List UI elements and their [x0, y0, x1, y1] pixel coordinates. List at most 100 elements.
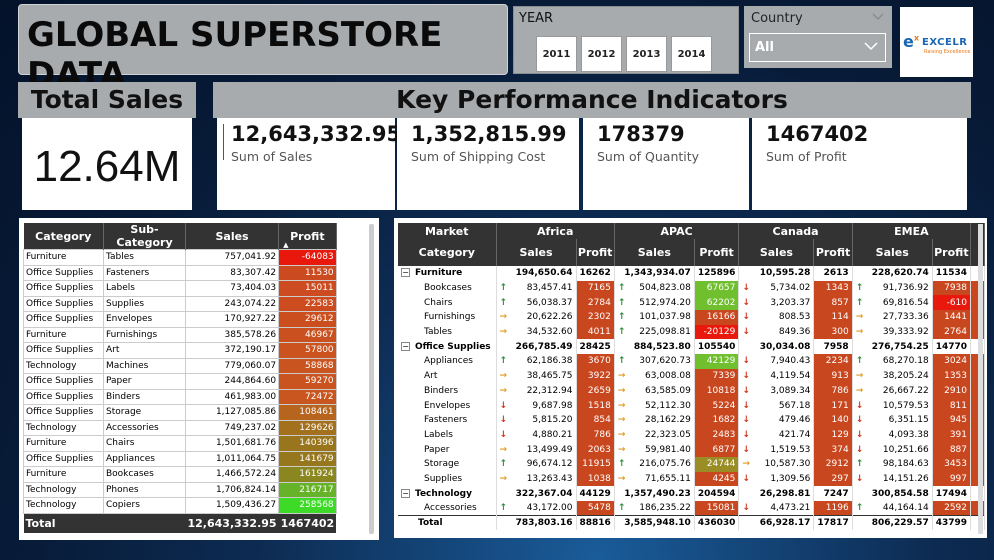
table-row[interactable]: Office Supplies Supplies 243,074.22 22583 [23, 295, 337, 312]
table-row[interactable]: Technology Phones 1,706,824.14 216717 [23, 481, 337, 498]
matrix-category-row[interactable]: − Office Supplies 266,785.49 28425 884,523.8… [398, 339, 986, 355]
table-total-row: Total 12,643,332.95 1467402 [23, 513, 337, 533]
table-row[interactable]: Office Supplies Binders 461,983.00 72472 [23, 388, 337, 405]
table-row[interactable]: Office Supplies Envelopes 170,927.22 29612 [23, 311, 337, 328]
matrix-cell-profit: 2910 [932, 383, 972, 399]
table-row[interactable]: Furniture Furnishings 385,578.26 46967 [23, 326, 337, 343]
matrix-header-sales[interactable]: Sales [496, 239, 577, 266]
matrix-subcategory-row[interactable]: Labels ↓ 4,880.21 786 → 22,323.05 2483 ↓ 421.74 1… [398, 427, 986, 443]
matrix-cell-sales: ↑ 69,816.54 [852, 295, 933, 311]
matrix-subcategory-row[interactable]: Appliances ↑ 62,186.38 3670 ↑ 307,620.73 42129… [398, 354, 986, 369]
matrix-sales-value: 10,587.30 [764, 459, 811, 470]
table-row[interactable]: Office Supplies Fasteners 83,307.42 11530 [23, 264, 337, 281]
collapse-icon[interactable]: − [401, 488, 410, 498]
kpi-card-sales: 12,643,332.95 Sum of Sales [217, 118, 401, 210]
matrix-cell-sales: ↑ 96,674.12 [496, 456, 577, 472]
matrix-sales-value: 4,880.21 [532, 429, 573, 440]
matrix-cell-sales: → 39,333.92 [852, 324, 933, 340]
matrix-sales-value: 5,815.20 [532, 415, 573, 426]
matrix-subcategory-row[interactable]: Binders → 22,312.94 2659 → 63,585.09 10818 ↓ 3,0… [398, 383, 986, 399]
arrow-down-icon: ↓ [742, 415, 750, 426]
table-row[interactable]: Office Supplies Storage 1,127,085.86 108461 [23, 404, 337, 421]
matrix-subcategory-row[interactable]: Chairs ↑ 56,038.37 2784 ↑ 512,974.20 62202 ↓ 3,2… [398, 295, 986, 311]
cell-sales: 749,237.02 [184, 419, 280, 436]
matrix-subcategory-row[interactable]: Storage ↑ 96,674.12 11915 ↑ 216,075.76 24744 → 1… [398, 456, 986, 472]
matrix-sales-value: 1,519.53 [770, 444, 811, 455]
matrix-subcategory-row[interactable]: Furnishings → 20,622.26 2302 ↑ 101,037.98 1616… [398, 310, 986, 325]
matrix-header-sales[interactable]: Sales [852, 239, 933, 266]
matrix-subcategory-row[interactable]: Accessories ↑ 43,172.00 5478 ↑ 186,235.22 1508… [398, 501, 986, 516]
arrow-up-icon: ↑ [617, 459, 626, 470]
matrix-header-sales[interactable]: Sales [614, 239, 695, 266]
vertical-scrollbar[interactable] [978, 224, 983, 534]
matrix-row-label: Art [398, 368, 497, 384]
matrix-header-sales[interactable]: Sales [738, 239, 815, 266]
table-row[interactable]: Office Supplies Paper 244,864.60 59270 [23, 373, 337, 390]
arrow-down-icon: ↓ [742, 283, 750, 294]
year-button-2012[interactable]: 2012 [581, 36, 622, 72]
table-row[interactable]: Furniture Chairs 1,501,681.76 140396 [23, 435, 337, 452]
matrix-category-row[interactable]: − Technology 322,367.04 44129 1,357,490.23 20… [398, 486, 986, 501]
matrix-subcategory-row[interactable]: Supplies → 13,263.43 1038 → 71,655.11 4245 ↓ 1,3… [398, 471, 986, 487]
matrix-subcategory-row[interactable]: Bookcases ↑ 83,457.41 7165 ↑ 504,823.08 67657 ↓… [398, 280, 986, 296]
matrix-cell-profit: 3453 [932, 456, 972, 472]
kpi-label: Sum of Profit [766, 149, 847, 164]
matrix-cell-profit: 24744 [694, 456, 740, 472]
table-row[interactable]: Furniture Bookcases 1,466,572.24 161924 [23, 466, 337, 483]
matrix-row-label[interactable]: − Furniture [398, 266, 497, 281]
matrix-sales-value: 44,164.14 [882, 503, 929, 514]
chevron-down-icon[interactable] [872, 11, 884, 24]
year-slicer: YEAR 2011 2012 2013 2014 [513, 6, 739, 74]
matrix-sales-value: 186,235.22 [639, 503, 691, 514]
column-header-subcategory[interactable]: Sub-Category [103, 223, 186, 250]
table-row[interactable]: Office Supplies Appliances 1,011,064.75 141… [23, 450, 337, 467]
matrix-sales-value: 14,151.26 [882, 473, 929, 484]
country-dropdown[interactable]: All [749, 33, 886, 62]
collapse-icon[interactable]: − [401, 268, 410, 278]
matrix-cell-profit: 11915 [576, 456, 615, 472]
matrix-sales-value: 567.18 [778, 400, 811, 411]
matrix-row-label[interactable]: − Office Supplies [398, 339, 497, 355]
matrix-cell-profit: 1518 [576, 398, 615, 413]
table-row[interactable]: Technology Copiers 1,509,436.27 258568 [23, 497, 337, 514]
matrix-subcategory-row[interactable]: Art → 38,465.75 3922 → 63,008.08 7339 ↓ 4,119.54… [398, 368, 986, 384]
matrix-subcategory-row[interactable]: Tables → 34,532.60 4011 ↑ 225,098.81 -20129 ↓ 84… [398, 324, 986, 340]
column-header-profit[interactable]: Profit ▲ [278, 223, 337, 250]
year-button-2013[interactable]: 2013 [626, 36, 667, 72]
matrix-header-profit[interactable]: Profit [813, 239, 853, 266]
matrix-cell-sales: ↓ 4,880.21 [496, 427, 577, 443]
table-row[interactable]: Office Supplies Labels 73,404.03 15011 [23, 280, 337, 297]
matrix-header-profit[interactable]: Profit [576, 239, 615, 266]
column-header-sales[interactable]: Sales [185, 223, 280, 250]
table-row[interactable]: Technology Accessories 749,237.02 129626 [23, 419, 337, 436]
matrix-sales-value: 20,622.26 [526, 312, 573, 323]
vertical-scrollbar[interactable] [369, 224, 374, 534]
total-sales-value: 12.64M [33, 142, 181, 191]
arrow-down-icon: ↓ [855, 473, 864, 484]
arrow-down-icon: ↓ [742, 503, 750, 514]
matrix-header-profit[interactable]: Profit [694, 239, 740, 266]
matrix-subcategory-row[interactable]: Envelopes ↓ 9,687.98 1518 → 52,112.30 5224 ↓ 567… [398, 398, 986, 413]
matrix-cell-sales: 1,343,934.07 [614, 266, 695, 281]
country-slicer-label: Country [751, 11, 803, 26]
matrix-category-row[interactable]: − Furniture 194,650.64 16262 1,343,934.07 125… [398, 266, 986, 281]
cell-sales: 1,011,064.75 [184, 450, 280, 467]
matrix-cell-profit: 3670 [576, 354, 615, 369]
column-header-category[interactable]: Category [23, 223, 104, 250]
market-matrix: Market Africa APAC Canada EMEA Category … [398, 223, 986, 531]
collapse-icon[interactable]: − [401, 341, 410, 351]
matrix-sales-value: 39,333.92 [882, 327, 929, 338]
matrix-subcategory-row[interactable]: Paper → 13,499.49 2063 → 59,981.40 6877 ↓ 1,519.… [398, 442, 986, 457]
year-button-2014[interactable]: 2014 [671, 36, 712, 72]
table-row[interactable]: Furniture Tables 757,041.92 -64083 [23, 249, 337, 266]
table-row[interactable]: Technology Machines 779,060.07 58868 [23, 357, 337, 374]
matrix-header-profit[interactable]: Profit [932, 239, 972, 266]
matrix-cell-sales: 10,595.28 [738, 266, 815, 281]
cell-profit: 11530 [278, 264, 337, 281]
matrix-header-category[interactable]: Category [398, 239, 497, 266]
arrow-up-icon: ↑ [617, 356, 626, 367]
year-button-2011[interactable]: 2011 [536, 36, 577, 72]
matrix-subcategory-row[interactable]: Fasteners ↓ 5,815.20 854 → 28,162.29 1682 ↓ 479.… [398, 412, 986, 428]
matrix-row-label[interactable]: − Technology [398, 486, 497, 501]
table-row[interactable]: Office Supplies Art 372,190.17 57800 [23, 342, 337, 359]
